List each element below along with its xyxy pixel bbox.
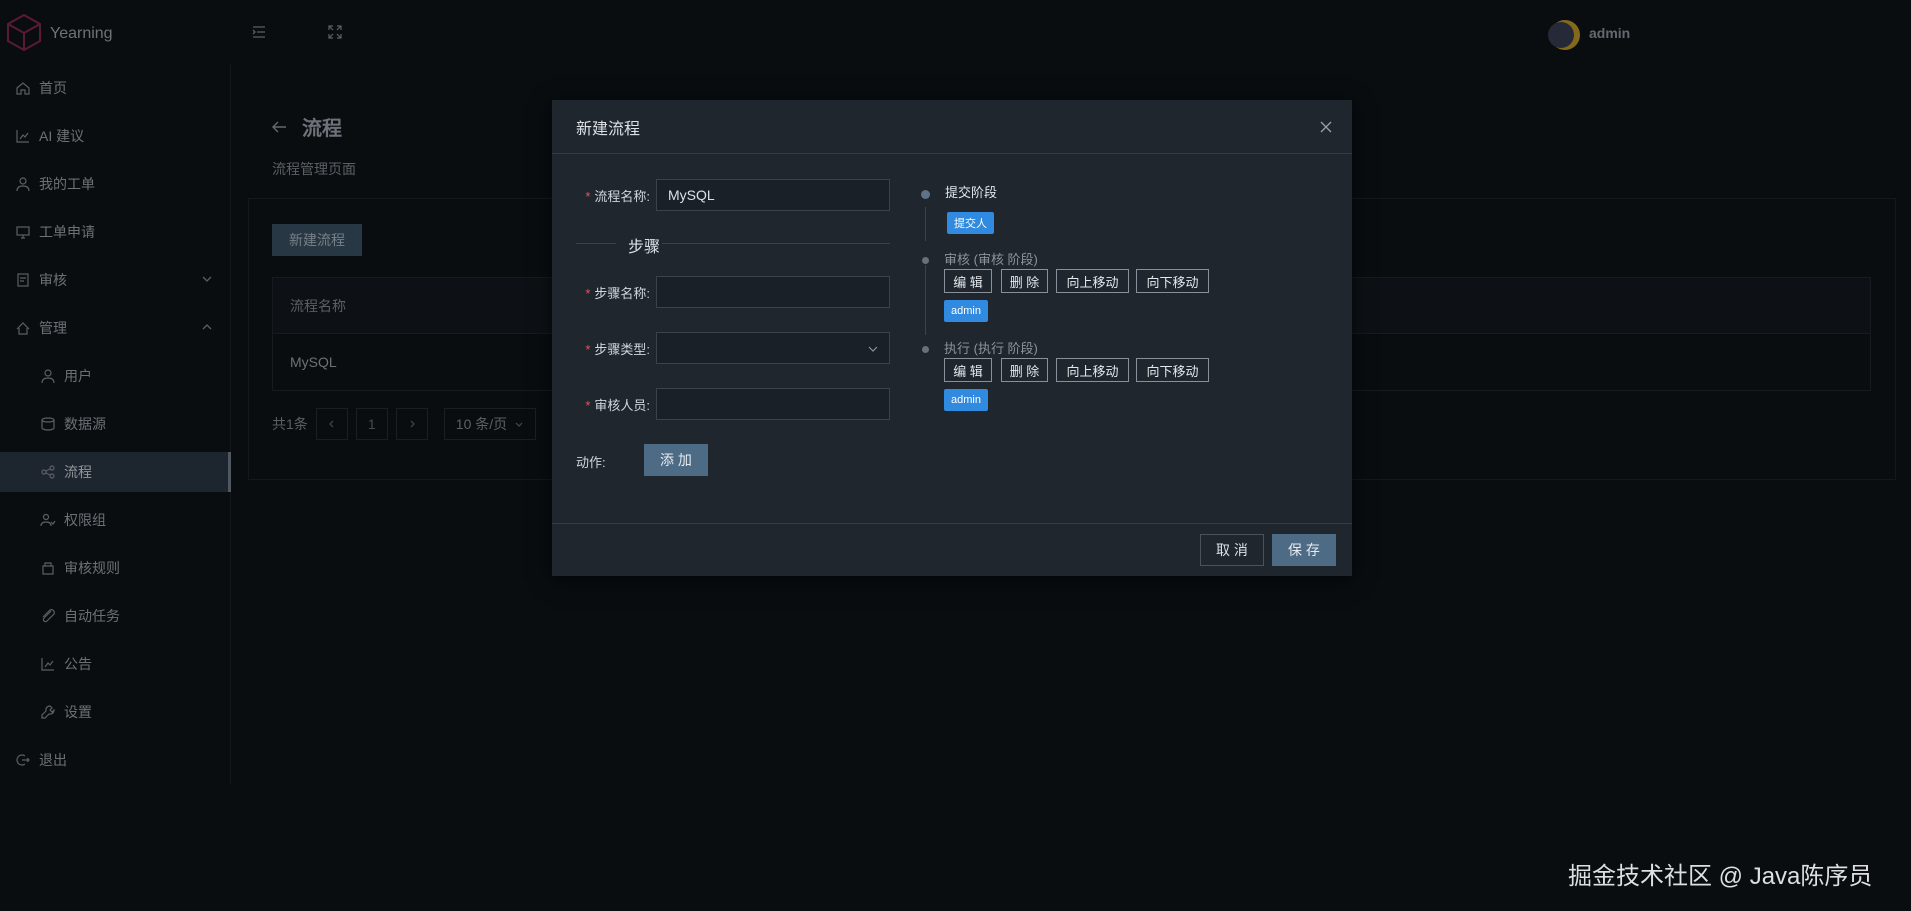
- timeline-dot: [922, 257, 929, 264]
- watermark: 掘金技术社区 @ Java陈序员: [1568, 863, 1873, 890]
- save-button[interactable]: 保 存: [1272, 534, 1336, 566]
- action-label: 动作:: [576, 455, 606, 470]
- flow-name-label: * 流程名称:: [585, 189, 650, 204]
- divider-line: [662, 243, 890, 244]
- exec-move-up-button[interactable]: 向上移动: [1056, 358, 1129, 382]
- close-icon[interactable]: [1318, 119, 1334, 135]
- timeline-line: [925, 207, 926, 241]
- reviewer-label: * 审核人员:: [585, 398, 650, 413]
- audit-move-up-button[interactable]: 向上移动: [1056, 269, 1129, 293]
- timeline-dot: [921, 190, 930, 199]
- exec-reviewer-tag: admin: [944, 389, 988, 411]
- timeline-submit-title: 提交阶段: [945, 185, 998, 200]
- step-type-label: * 步骤类型:: [585, 342, 650, 357]
- audit-reviewer-tag: admin: [944, 300, 988, 322]
- exec-edit-button[interactable]: 编 辑: [944, 358, 992, 382]
- audit-delete-button[interactable]: 删 除: [1001, 269, 1048, 293]
- cancel-button[interactable]: 取 消: [1200, 534, 1264, 566]
- timeline-dot: [922, 346, 929, 353]
- add-step-button[interactable]: 添 加: [644, 444, 708, 476]
- divider-line: [576, 243, 616, 244]
- modal-header: 新建流程: [552, 100, 1352, 154]
- exec-move-down-button[interactable]: 向下移动: [1136, 358, 1209, 382]
- step-name-input[interactable]: [656, 276, 890, 308]
- chevron-down-icon: [868, 346, 878, 352]
- steps-divider-text: 步骤: [628, 239, 661, 256]
- flow-name-value: MySQL: [668, 187, 715, 203]
- submitter-tag: 提交人: [947, 212, 994, 234]
- timeline-line: [925, 265, 926, 335]
- step-type-select[interactable]: [656, 332, 890, 364]
- reviewer-input[interactable]: [656, 388, 890, 420]
- audit-move-down-button[interactable]: 向下移动: [1136, 269, 1209, 293]
- modal-title: 新建流程: [576, 120, 641, 138]
- step-name-label: * 步骤名称:: [585, 286, 650, 301]
- timeline-audit-title: 审核 (审核 阶段): [944, 252, 1038, 267]
- steps-divider: 步骤: [576, 233, 890, 256]
- audit-edit-button[interactable]: 编 辑: [944, 269, 992, 293]
- new-flow-modal: 新建流程 * 流程名称: MySQL 步骤 * 步骤名称: * 步骤类型: * 审核人员…: [552, 100, 1352, 576]
- exec-delete-button[interactable]: 删 除: [1001, 358, 1048, 382]
- timeline-exec-title: 执行 (执行 阶段): [944, 341, 1038, 356]
- flow-name-input[interactable]: MySQL: [656, 179, 890, 211]
